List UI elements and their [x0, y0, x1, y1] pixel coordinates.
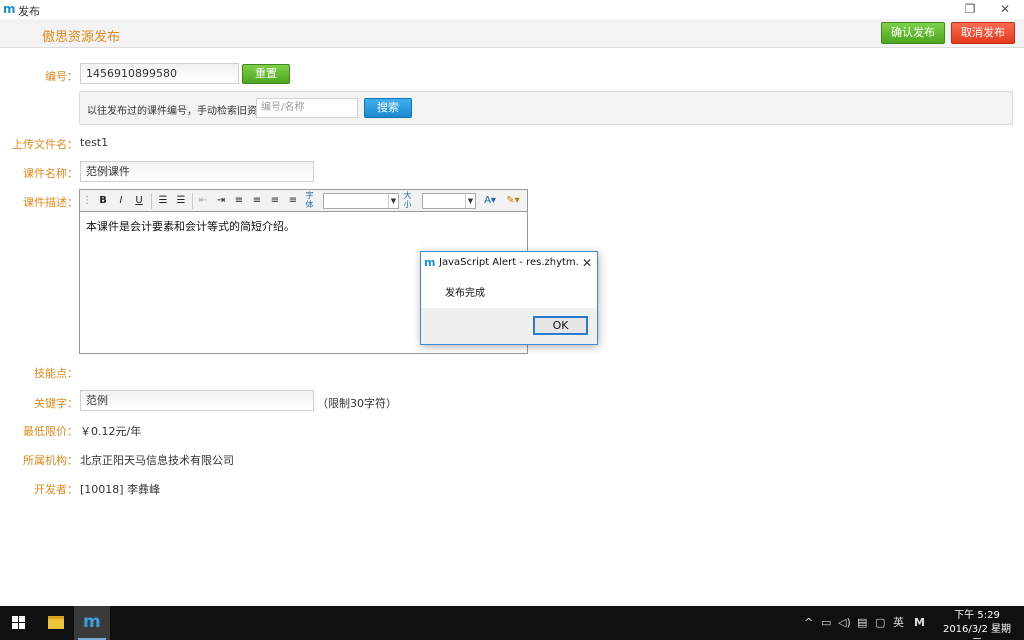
page-title: 傲思资源发布: [42, 30, 121, 45]
font-color-icon[interactable]: A▾: [480, 193, 500, 209]
italic-button[interactable]: I: [113, 193, 129, 209]
size-select[interactable]: ▼: [422, 193, 476, 209]
min-price-label: 最低限价：: [23, 425, 78, 438]
keywords-field[interactable]: 范例: [80, 390, 314, 411]
font-label: 字体: [305, 191, 314, 209]
highlight-color-icon[interactable]: ✎▾: [503, 193, 523, 209]
bold-button[interactable]: B: [95, 193, 111, 209]
confirm-publish-button[interactable]: 确认发布: [881, 22, 945, 44]
keywords-label: 关键字：: [34, 397, 78, 410]
cancel-publish-button[interactable]: 取消发布: [951, 22, 1015, 44]
outdent-icon[interactable]: ⇤: [195, 193, 211, 209]
skills-label: 技能点：: [34, 367, 78, 380]
alert-titlebar: m JavaScript Alert - res.zhytm.c... ✕: [421, 252, 597, 274]
keywords-limit-hint: （限制30字符）: [317, 397, 397, 410]
id-field[interactable]: 1456910899580: [80, 63, 239, 84]
org-label: 所属机构：: [23, 454, 78, 467]
developer-value: [10018] 李彝峰: [80, 483, 161, 496]
volume-icon[interactable]: ◁): [838, 616, 851, 630]
app-logo-icon: m: [424, 256, 436, 269]
align-center-icon[interactable]: ≡: [249, 193, 265, 209]
filename-label: 上传文件名：: [12, 138, 78, 151]
min-price-value: ￥0.12元/年: [80, 425, 142, 438]
course-desc-label: 课件描述：: [23, 196, 78, 209]
id-label: 编号：: [45, 70, 78, 83]
org-value: 北京正阳天马信息技术有限公司: [80, 454, 234, 467]
size-label: 大小: [403, 191, 412, 209]
window-title: 发布: [18, 5, 40, 18]
align-left-icon[interactable]: ≡: [231, 193, 247, 209]
course-name-field[interactable]: 范例课件: [80, 161, 314, 182]
alert-dialog: m JavaScript Alert - res.zhytm.c... ✕ 发布…: [420, 251, 598, 345]
battery-icon[interactable]: ▭: [821, 616, 831, 630]
ime-indicator[interactable]: 英: [893, 616, 904, 630]
notification-icon[interactable]: ▢: [875, 616, 885, 630]
course-name-label: 课件名称：: [23, 167, 78, 180]
editor-toolbar: ⋮ B I U ☰ ☰ ⇤ ⇥ ≡ ≡ ≡ ≡ 字体 ▼ 大小 ▼ A▾ ✎▾: [80, 190, 527, 212]
page-header: 傲思资源发布 确认发布 取消发布: [0, 19, 1024, 48]
developer-label: 开发者：: [34, 483, 78, 496]
editor-content[interactable]: 本课件是会计要素和会计等式的简短介绍。: [86, 218, 295, 234]
chevron-down-icon: ▼: [465, 194, 475, 208]
indent-icon[interactable]: ⇥: [213, 193, 229, 209]
ok-button[interactable]: OK: [533, 316, 588, 335]
close-icon[interactable]: ✕: [579, 255, 595, 271]
taskbar: m ^ ▭ ◁) ▤ ▢ 英 M 下午 5:29 2016/3/2 星期三: [0, 606, 1024, 640]
tray-expand-icon[interactable]: ^: [804, 616, 813, 630]
restore-icon[interactable]: ❐: [955, 1, 985, 18]
ime-mode-icon[interactable]: M: [914, 616, 925, 630]
alert-footer: OK: [421, 308, 597, 344]
search-hint: 以往发布过的课件编号，手动检索旧资源：: [87, 106, 277, 117]
underline-button[interactable]: U: [131, 193, 147, 209]
ordered-list-icon[interactable]: ☰: [155, 193, 171, 209]
window-titlebar: m 发布 ❐ ✕: [0, 0, 1024, 19]
search-button[interactable]: 搜索: [364, 98, 412, 118]
alert-title: JavaScript Alert - res.zhytm.c...: [439, 257, 579, 268]
align-justify-icon[interactable]: ≡: [285, 193, 301, 209]
alert-message: 发布完成: [445, 288, 485, 299]
search-panel: 以往发布过的课件编号，手动检索旧资源： 编号/名称 搜索: [79, 91, 1013, 125]
reset-button[interactable]: 重置: [242, 64, 290, 84]
clock-date: 2016/3/2 星期三: [942, 624, 1012, 640]
file-explorer-icon[interactable]: [38, 606, 74, 640]
windows-start-icon[interactable]: [0, 606, 38, 640]
font-select[interactable]: ▼: [323, 193, 399, 209]
taskbar-app-m-icon[interactable]: m: [74, 606, 110, 640]
clock-time: 下午 5:29: [954, 610, 1000, 621]
app-logo-icon: m: [3, 2, 16, 16]
search-input[interactable]: 编号/名称: [256, 98, 358, 118]
chevron-down-icon: ▼: [388, 194, 398, 208]
align-right-icon[interactable]: ≡: [267, 193, 283, 209]
toolbar-grip-icon: ⋮: [82, 195, 92, 206]
close-icon[interactable]: ✕: [990, 1, 1020, 18]
network-icon[interactable]: ▤: [857, 616, 867, 630]
taskbar-clock[interactable]: 下午 5:29 2016/3/2 星期三: [940, 609, 1014, 640]
unordered-list-icon[interactable]: ☰: [173, 193, 189, 209]
filename-value: test1: [80, 136, 109, 149]
